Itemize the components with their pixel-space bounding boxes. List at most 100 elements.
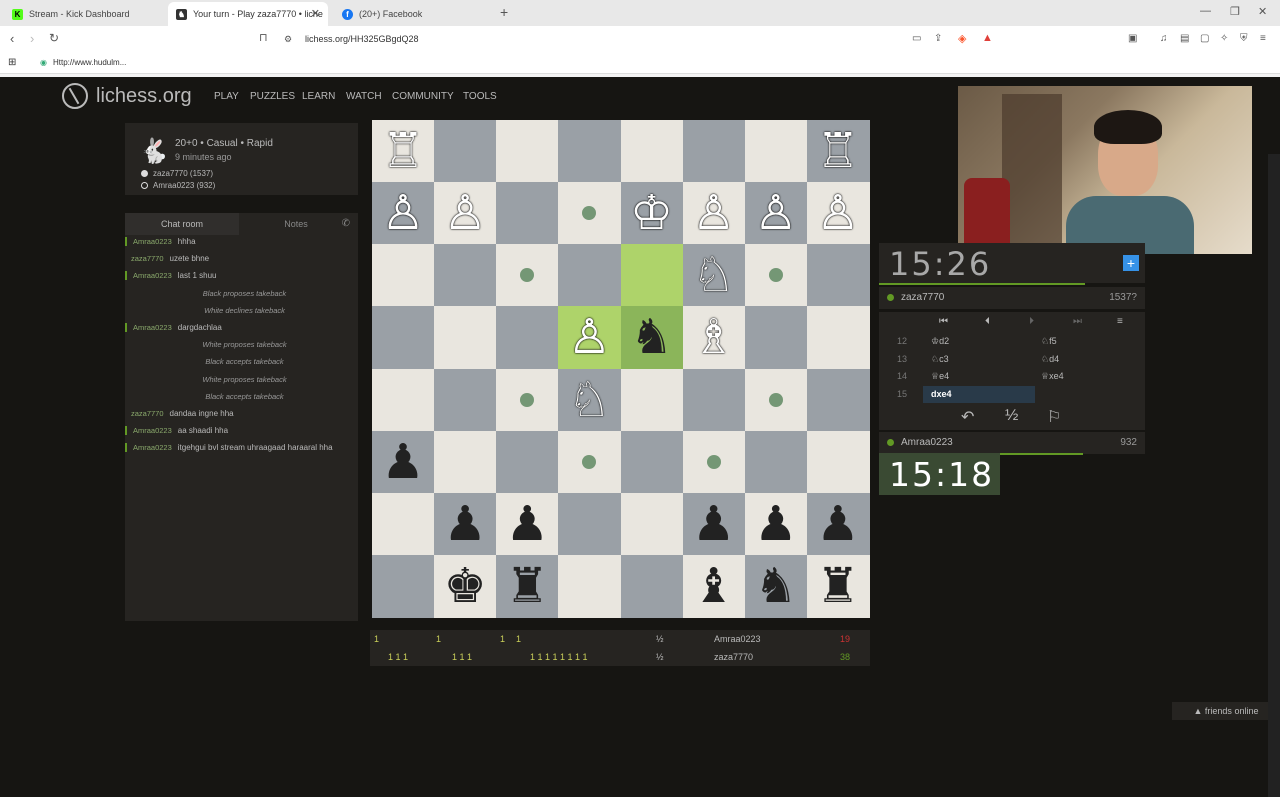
scrollbar[interactable] xyxy=(1268,154,1280,797)
forward-icon[interactable]: › xyxy=(30,31,34,46)
chat-username[interactable]: zaza7770 xyxy=(131,254,164,263)
board-square[interactable] xyxy=(806,306,870,370)
board-square[interactable] xyxy=(558,244,622,308)
offer-draw-icon[interactable]: ½ xyxy=(1005,407,1018,425)
board-square[interactable] xyxy=(620,554,684,618)
bookmark-link[interactable]: Http://www.hudulm... xyxy=(53,58,126,67)
black-king-icon[interactable]: ♚ xyxy=(434,555,496,617)
board-square[interactable] xyxy=(496,430,560,494)
white-knight-icon[interactable]: ♘ xyxy=(558,369,620,431)
black-player[interactable]: Amraa0223 (932) xyxy=(141,181,215,190)
tab-chat-room[interactable]: Chat room xyxy=(125,213,239,235)
board-square[interactable] xyxy=(620,244,684,308)
black-pawn-icon[interactable]: ♟ xyxy=(807,493,869,555)
board-square[interactable] xyxy=(434,120,498,183)
chat-username[interactable]: Amraa0223 xyxy=(133,271,172,280)
phone-icon[interactable]: ✆ xyxy=(342,218,350,229)
crosstable-player-top[interactable]: Amraa0223 xyxy=(714,634,761,644)
music-icon[interactable]: ♫ xyxy=(1160,33,1168,44)
add-time-icon[interactable]: + xyxy=(1123,255,1139,271)
white-rook-icon[interactable]: ♖ xyxy=(372,120,434,182)
tab-notes[interactable]: Notes xyxy=(239,213,353,235)
board-square[interactable] xyxy=(806,430,870,494)
board-square[interactable] xyxy=(372,244,435,308)
reload-icon[interactable]: ↻ xyxy=(49,31,59,45)
board-square[interactable] xyxy=(620,430,684,494)
tab-lichess[interactable]: ♞ Your turn - Play zaza7770 • liche ✕ xyxy=(168,2,328,26)
menu-icon[interactable]: ≡ xyxy=(1117,316,1123,327)
site-info-icon[interactable]: ⚙ xyxy=(284,34,292,45)
board-square[interactable] xyxy=(620,120,684,183)
white-move[interactable]: dxe4 xyxy=(931,389,952,399)
chat-username[interactable]: Amraa0223 xyxy=(133,323,172,332)
chess-board[interactable]: ♖ ♖ ♙ ♙ ♔ ♙ ♙ ♙ ♘ ♙ ♞ ♗ ♘ ♟ ♟ ♟ ♟ ♟ ♟ ♚ ♜ ♝ ♞ ♜ xyxy=(372,120,870,618)
white-rook-icon[interactable]: ♖ xyxy=(807,120,869,182)
vpn-icon[interactable]: ⛨ xyxy=(1240,33,1248,44)
board-square[interactable] xyxy=(434,306,498,370)
tab-kick[interactable]: K Stream - Kick Dashboard xyxy=(4,2,164,26)
black-pawn-icon[interactable]: ♟ xyxy=(496,493,558,555)
apps-icon[interactable]: ⊞ xyxy=(8,57,16,68)
board-square[interactable] xyxy=(558,120,622,183)
crosstable-player-bottom[interactable]: zaza7770 xyxy=(714,652,753,662)
nav-puzzles[interactable]: PUZZLES xyxy=(250,91,295,102)
black-move[interactable]: ♕xe4 xyxy=(1041,371,1064,382)
board-square[interactable] xyxy=(496,182,560,246)
white-pawn-icon[interactable]: ♙ xyxy=(745,182,807,244)
black-pawn-icon[interactable]: ♟ xyxy=(745,493,807,555)
board-square[interactable] xyxy=(806,368,870,432)
takeback-icon[interactable]: ↶ xyxy=(961,407,974,427)
white-pawn-icon[interactable]: ♙ xyxy=(372,182,434,244)
chat-username[interactable]: Amraa0223 xyxy=(133,237,172,246)
minimize-icon[interactable]: — xyxy=(1200,5,1211,17)
black-knight-icon[interactable]: ♞ xyxy=(621,306,683,368)
close-tab-icon[interactable]: ✕ xyxy=(311,7,320,20)
brave-rewards-icon[interactable]: ▲ xyxy=(982,32,993,44)
board-square[interactable] xyxy=(372,492,435,556)
close-window-icon[interactable]: ✕ xyxy=(1258,5,1267,18)
menu-icon[interactable]: ≡ xyxy=(1260,33,1266,44)
url-field[interactable]: lichess.org/HH325GBgdQ28 xyxy=(305,34,419,44)
board-square[interactable] xyxy=(372,368,435,432)
black-knight-icon[interactable]: ♞ xyxy=(745,555,807,617)
prev-move-icon[interactable]: ⏴ xyxy=(985,316,990,327)
sidebar-icon[interactable]: ▣ xyxy=(1128,33,1137,44)
first-move-icon[interactable]: ⏮ xyxy=(939,316,948,327)
new-tab-button[interactable]: + xyxy=(500,4,508,20)
board-square[interactable] xyxy=(558,554,622,618)
brave-shield-icon[interactable]: ◈ xyxy=(958,32,966,45)
board-square[interactable] xyxy=(620,492,684,556)
resign-flag-icon[interactable]: ⚐ xyxy=(1047,407,1061,427)
black-rook-icon[interactable]: ♜ xyxy=(807,555,869,617)
black-pawn-icon[interactable]: ♟ xyxy=(683,493,745,555)
white-pawn-icon[interactable]: ♙ xyxy=(558,306,620,368)
bookmark-icon[interactable]: ⊓ xyxy=(259,31,268,44)
next-move-icon[interactable]: ⏵ xyxy=(1029,316,1034,327)
board-square[interactable] xyxy=(434,244,498,308)
board-square[interactable] xyxy=(620,368,684,432)
white-pawn-icon[interactable]: ♙ xyxy=(683,182,745,244)
board-square[interactable] xyxy=(744,120,808,183)
nav-tools[interactable]: TOOLS xyxy=(463,91,497,102)
white-move[interactable]: ♔d2 xyxy=(931,336,949,347)
legal-move-dot[interactable] xyxy=(706,454,721,469)
opponent-user[interactable]: zaza7770 1537? xyxy=(879,287,1145,309)
white-bishop-icon[interactable]: ♗ xyxy=(683,306,745,368)
black-pawn-icon[interactable]: ♟ xyxy=(372,431,434,493)
legal-move-dot[interactable] xyxy=(520,392,535,407)
board-square[interactable] xyxy=(682,368,746,432)
last-move-icon[interactable]: ⏭ xyxy=(1073,316,1082,327)
tab-facebook[interactable]: f (20+) Facebook xyxy=(334,2,494,26)
chat-username[interactable]: zaza7770 xyxy=(131,409,164,418)
wallet-icon[interactable]: ▢ xyxy=(1200,33,1209,44)
board-square[interactable] xyxy=(372,306,435,370)
panel-icon[interactable]: ▤ xyxy=(1180,33,1189,44)
board-square[interactable] xyxy=(558,492,622,556)
white-pawn-icon[interactable]: ♙ xyxy=(807,182,869,244)
chat-username[interactable]: Amraa0223 xyxy=(133,443,172,452)
black-move[interactable]: ♘d4 xyxy=(1041,354,1059,365)
black-bishop-icon[interactable]: ♝ xyxy=(683,555,745,617)
cast-icon[interactable]: ▭ xyxy=(912,33,921,44)
board-square[interactable] xyxy=(744,306,808,370)
nav-play[interactable]: PLAY xyxy=(214,91,239,102)
